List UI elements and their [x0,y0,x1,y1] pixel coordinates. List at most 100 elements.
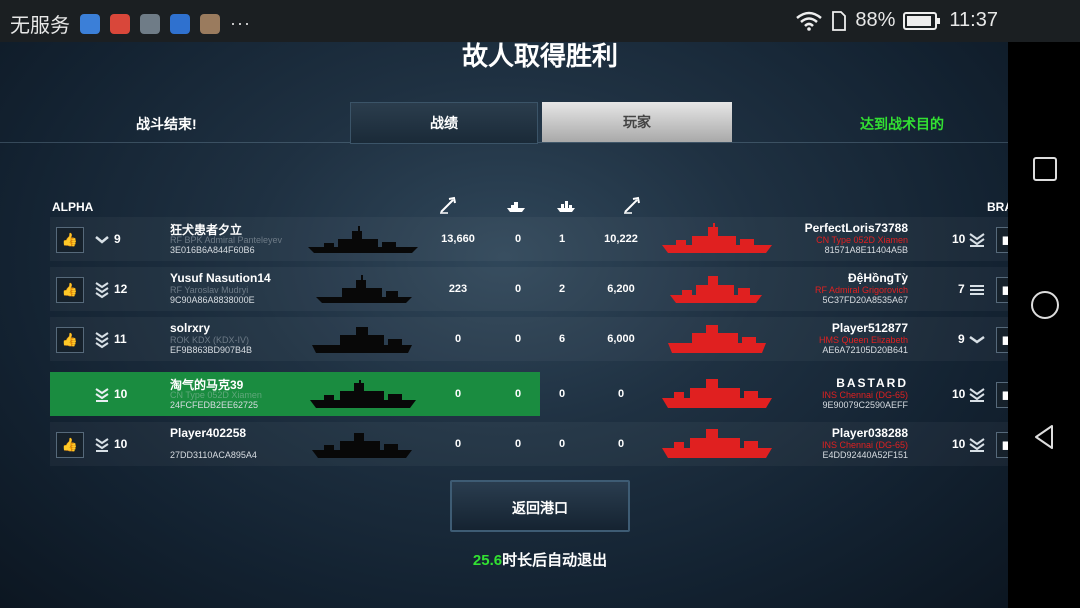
player-ship-name: RF BPK Admiral Panteleyev [170,235,283,245]
player-level: 10 [114,387,128,401]
enemy-name[interactable]: Player512877 [832,321,908,335]
player-name[interactable]: Player402258 [170,426,246,440]
like-button[interactable]: 👍 [56,227,84,253]
status-bar: 无服务 ··· 88% 11:37 [0,0,1080,42]
rank-insignia-icon [95,388,109,402]
player-id: 9C90A86A8838000E [170,295,255,305]
enemy-id: 81571A8E11404A5B [824,245,908,255]
more-notifications-icon: ··· [230,13,251,33]
enemy-ship-silhouette [662,379,772,408]
auto-exit-countdown: 25.6 [472,552,503,569]
enemy-level: 10 [952,437,966,451]
damage-value: 13,660 [441,233,475,245]
enemy-ship-silhouette [662,429,772,458]
enemy-name[interactable]: ĐệHồngTỳ [848,271,908,285]
enemy-ship-name: RF Admiral Grigorovich [814,285,908,295]
enemy-like-button[interactable]: ◼ [996,382,1008,408]
player-ship-silhouette [312,433,412,458]
enemy-name[interactable]: Player038288 [832,426,908,440]
enemy-ship-name: INS Chennai (DG-65) [821,440,908,450]
damage-value: 0 [454,388,462,400]
table-row: 👍 10 Player402258 27DD3110ACA895A4 0 0 0… [50,422,1008,466]
carrier-text: 无服务 [10,15,70,37]
enemy-ship-silhouette [668,325,766,353]
score-value: 6,200 [607,283,635,295]
enemy-id: 9E90079C2590AEFF [822,400,908,410]
enemy-level: 10 [952,232,966,246]
damage-value: 0 [454,438,462,450]
player-level: 9 [114,232,121,246]
enemy-rank-insignia-icon [969,335,985,344]
battle-over-label: 战斗结束! [136,116,197,132]
assists-value: 1 [558,233,566,245]
enemy-rank-insignia-icon [970,285,984,295]
team-alpha-label: ALPHA [52,200,94,214]
assists-value: 0 [558,438,566,450]
player-ship-silhouette [310,380,416,408]
recent-apps-icon[interactable] [1032,156,1058,182]
like-button[interactable]: 👍 [56,432,84,458]
enemy-name[interactable]: BASTARD [836,376,908,390]
player-ship-name: CN Type 052D Xiamen [170,390,262,400]
player-level: 10 [114,437,128,451]
enemy-like-button[interactable]: ◼ [996,432,1008,458]
clock: 11:37 [949,9,998,31]
like-button[interactable]: 👍 [56,327,84,353]
notification-photo-icon [200,13,220,34]
player-level: 11 [114,332,127,346]
enemy-like-button[interactable]: ◼ [996,327,1008,353]
enemy-level: 10 [952,387,966,401]
tab-stats[interactable]: 战绩 [350,102,538,144]
score-icon [624,196,640,214]
enemy-level: 9 [958,332,965,346]
enemy-like-button[interactable]: ◼ [996,277,1008,303]
enemy-ship-silhouette [670,276,762,303]
team-bravo-label: BRA [987,200,1008,214]
battle-results-screen: 故人取得胜利 战斗结束! 战绩 玩家 达到战术目的 ALPHA BRA 👍 9 … [0,42,1008,608]
enemy-ship-name: INS Chennai (DG-65) [821,390,908,400]
rank-insignia-icon [95,438,109,452]
auto-exit-text: 时长后自动退出 [502,552,608,569]
objective-status: 达到战术目的 [860,116,944,132]
wifi-icon [796,11,823,31]
return-to-port-button[interactable]: 返回港口 [450,480,630,532]
damage-value: 0 [454,333,462,345]
player-ship-silhouette [312,327,412,353]
player-name[interactable]: solrxry [170,321,210,335]
enemy-level: 7 [958,282,965,296]
rank-insignia-icon [95,236,109,244]
result-title: 故人取得胜利 [461,42,618,71]
enemy-id: 5C37FD20A8535A67 [822,295,908,305]
enemy-ship-silhouette [662,223,772,253]
notification-app-icon [80,13,100,34]
score-value: 0 [617,438,625,450]
score-value: 0 [617,388,625,400]
assists-ship-icon [557,201,575,212]
player-id: EF9B863BD907B4B [170,345,253,355]
tab-players[interactable]: 玩家 [542,102,732,142]
like-button[interactable]: 👍 [56,277,84,303]
enemy-name[interactable]: PerfectLoris73788 [805,221,908,235]
player-ship-name: ROK KDX (KDX-IV) [170,335,250,345]
battery-percent: 88% [855,9,896,31]
damage-icon [440,196,456,214]
enemy-like-button[interactable]: ◼ [996,227,1008,253]
home-icon[interactable] [1030,290,1060,320]
enemy-rank-insignia-icon [969,388,985,402]
enemy-ship-name: CN Type 052D Xiamen [816,235,908,245]
damage-value: 223 [448,283,468,295]
player-name[interactable]: Yusuf Nasution14 [170,271,271,285]
auto-exit-notice: 25.6时长后自动退出 [0,549,1008,570]
player-level: 12 [114,282,128,296]
player-ship-silhouette [316,275,412,303]
table-row-self: 10 淘气的马克39 CN Type 052D Xiamen 24FCFEDB2… [50,372,1008,416]
player-id: 24FCFEDB2EE62725 [170,400,259,410]
table-row: 👍 9 狂犬患者夕立 RF BPK Admiral Panteleyev 3E0… [50,217,1008,261]
back-icon[interactable] [1032,424,1058,450]
rank-insignia-icon [95,332,109,349]
notification-note-icon [170,13,190,34]
player-ship-silhouette [308,226,418,253]
player-ship-name: RF Yaroslav Mudryi [170,285,249,295]
notification-gallery-icon [140,13,160,34]
kills-ship-icon [507,202,525,212]
